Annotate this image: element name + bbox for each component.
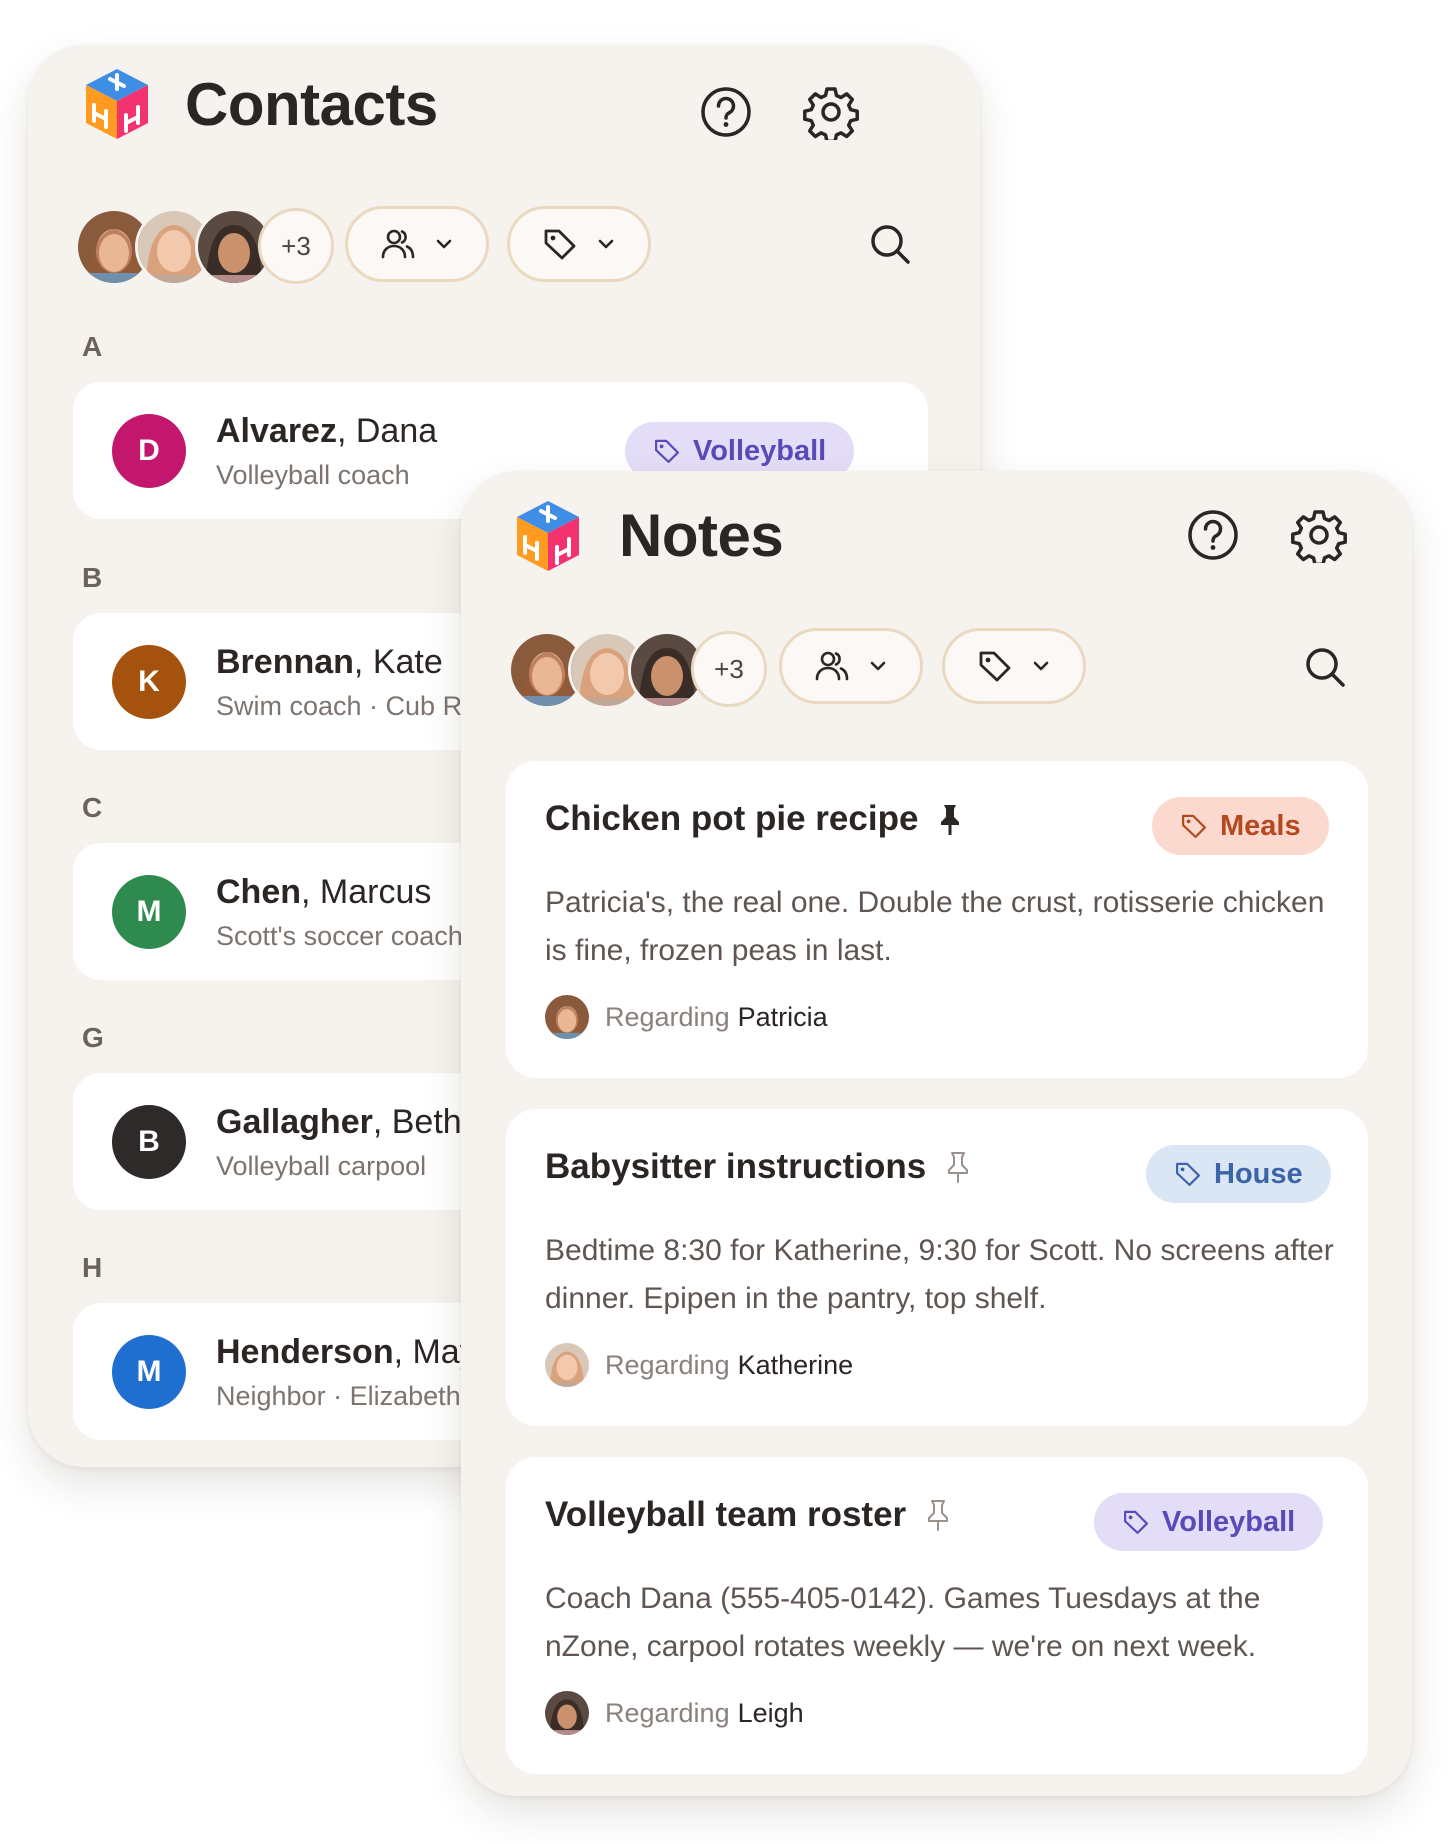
avatar-initial: B [112, 1105, 186, 1179]
tag-label: Volleyball [1162, 1505, 1296, 1538]
contact-name: Chen, Marcus [216, 873, 432, 911]
tag-icon [1122, 1508, 1150, 1536]
note-regarding: Regarding Leigh [545, 1691, 804, 1735]
avatar-initial: K [112, 645, 186, 719]
contact-subtitle: Volleyball carpool [216, 1151, 427, 1181]
people-filter-button[interactable] [345, 206, 489, 282]
member-avatars[interactable]: +3 [75, 208, 355, 286]
pin-outline-icon[interactable] [924, 1499, 952, 1531]
search-icon[interactable] [866, 220, 914, 268]
section-letter: C [82, 792, 103, 823]
avatar-initial: M [112, 875, 186, 949]
help-icon[interactable] [1185, 507, 1241, 563]
people-filter-button[interactable] [779, 628, 923, 704]
tag-icon [1180, 812, 1208, 840]
regarding-label: Regarding [605, 1697, 730, 1728]
app-logo-icon [80, 65, 154, 143]
help-icon[interactable] [698, 84, 754, 140]
search-icon[interactable] [1301, 643, 1349, 691]
note-body: Patricia's, the real one. Double the cru… [545, 886, 1325, 967]
avatar [545, 1691, 589, 1735]
avatar-initial: D [112, 414, 186, 488]
tag-filter-button[interactable] [942, 628, 1086, 704]
chevron-down-icon [868, 656, 888, 676]
note-card[interactable]: Babysitter instructions House Bedtime 8:… [506, 1109, 1368, 1426]
people-icon [380, 226, 416, 262]
avatar [545, 995, 589, 1039]
regarding-name[interactable]: Katherine [738, 1350, 854, 1381]
avatar [545, 1343, 589, 1387]
note-regarding: Regarding Katherine [545, 1343, 853, 1387]
contact-subtitle: Volleyball coach [216, 460, 410, 490]
contact-name: Henderson, May [216, 1333, 477, 1371]
tag-icon [653, 437, 681, 465]
contact-subtitle: Scott's soccer coach [216, 921, 463, 951]
contact-name: Alvarez, Dana [216, 412, 438, 450]
section-letter: H [82, 1252, 103, 1283]
note-title: Babysitter instructions [545, 1147, 972, 1187]
page-title: Contacts [185, 71, 438, 138]
notes-panel: Notes +3 Chicken pot pie recipe Meals Pa… [461, 471, 1412, 1796]
note-card[interactable]: Chicken pot pie recipe Meals Patricia's,… [506, 761, 1368, 1078]
chevron-down-icon [596, 234, 616, 254]
regarding-label: Regarding [605, 1001, 730, 1032]
pin-outline-icon[interactable] [944, 1151, 972, 1183]
chevron-down-icon [1031, 656, 1051, 676]
page-title: Notes [619, 502, 784, 569]
tag-icon [977, 648, 1013, 684]
more-members-count[interactable]: +3 [258, 208, 334, 284]
tag-badge[interactable]: House [1146, 1145, 1331, 1203]
tag-label: Volleyball [693, 434, 827, 467]
note-card[interactable]: Volleyball team roster Volleyball Coach … [506, 1457, 1368, 1774]
member-avatars[interactable]: +3 [508, 631, 788, 709]
section-letter: G [82, 1022, 104, 1053]
note-title: Volleyball team roster [545, 1495, 952, 1535]
note-regarding: Regarding Patricia [545, 995, 828, 1039]
pin-icon[interactable] [936, 803, 964, 835]
contact-name: Gallagher, Beth [216, 1103, 462, 1141]
more-members-count[interactable]: +3 [691, 631, 767, 707]
contact-subtitle: Swim coach · Cub R [216, 691, 463, 721]
note-body: Coach Dana (555-405-0142). Games Tuesday… [545, 1582, 1261, 1663]
note-title: Chicken pot pie recipe [545, 799, 964, 839]
tag-badge[interactable]: Meals [1152, 797, 1329, 855]
note-body: Bedtime 8:30 for Katherine, 9:30 for Sco… [545, 1234, 1334, 1315]
gear-icon[interactable] [803, 84, 859, 140]
regarding-name[interactable]: Leigh [738, 1698, 804, 1729]
section-letter: B [82, 562, 103, 593]
people-icon [814, 648, 850, 684]
tag-filter-button[interactable] [507, 206, 651, 282]
tag-label: Meals [1220, 809, 1301, 842]
chevron-down-icon [434, 234, 454, 254]
contact-subtitle: Neighbor · Elizabeth [216, 1381, 461, 1411]
tag-badge[interactable]: Volleyball [1094, 1493, 1324, 1551]
contact-name: Brennan, Kate [216, 643, 443, 681]
regarding-name[interactable]: Patricia [738, 1002, 828, 1033]
section-letter: A [82, 331, 103, 362]
tag-icon [542, 226, 578, 262]
gear-icon[interactable] [1291, 507, 1347, 563]
tag-label: House [1214, 1157, 1303, 1190]
avatar-initial: M [112, 1335, 186, 1409]
tag-icon [1174, 1160, 1202, 1188]
app-logo-icon [511, 497, 585, 575]
regarding-label: Regarding [605, 1349, 730, 1380]
